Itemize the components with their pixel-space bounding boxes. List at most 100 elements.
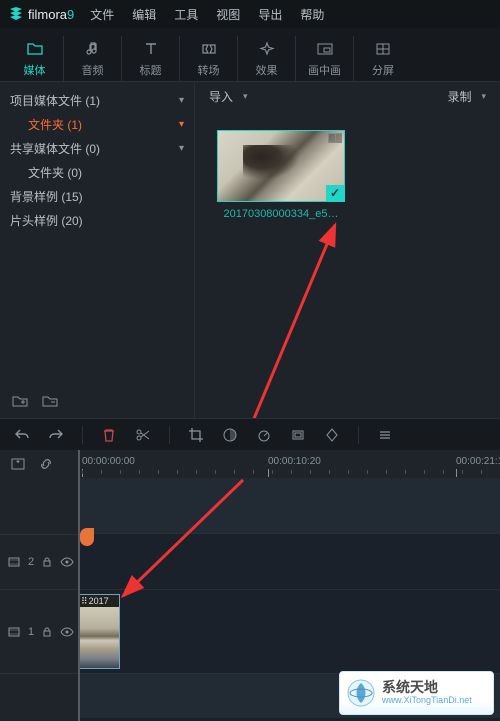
chevron-down-icon: ▾	[179, 119, 184, 130]
tab-audio[interactable]: 音频	[64, 36, 122, 81]
tab-split[interactable]: 分屏	[354, 36, 412, 81]
tab-pip[interactable]: 画中画	[296, 36, 354, 81]
add-track-icon[interactable]	[10, 456, 26, 472]
marker[interactable]	[80, 528, 94, 546]
app-logo: filmora9	[8, 6, 74, 22]
chevron-down-icon: ▾	[243, 91, 248, 102]
menu-export[interactable]: 导出	[258, 6, 282, 23]
track-header-1[interactable]: 1	[0, 590, 78, 674]
ruler-tick: 00:00:00:00	[82, 456, 135, 467]
watermark-url: www.XiTongTianDi.net	[382, 696, 472, 706]
menu-edit[interactable]: 编辑	[132, 6, 156, 23]
playhead[interactable]	[78, 450, 80, 721]
track-header-2[interactable]: 2	[0, 534, 78, 590]
media-tree: 项目媒体文件 (1) ▾ 文件夹 (1) ▾ 共享媒体文件 (0) ▾ 文件夹 …	[0, 82, 194, 384]
redo-icon[interactable]	[48, 427, 64, 443]
tree-item-project[interactable]: 项目媒体文件 (1) ▾	[0, 88, 194, 112]
text-icon	[142, 40, 160, 58]
undo-icon[interactable]	[14, 427, 30, 443]
chevron-down-icon: ▾	[481, 91, 486, 102]
menu-view[interactable]: 视图	[216, 6, 240, 23]
browser-toolbar: 导入 ▾ 录制 ▾	[195, 82, 500, 110]
timeline-ruler[interactable]: 00:00:00:00 00:00:10:20 00:00:21:15	[78, 450, 500, 478]
color-icon[interactable]	[222, 427, 238, 443]
eye-icon[interactable]	[60, 627, 74, 637]
tree-item-shared-folder[interactable]: 文件夹 (0)	[0, 160, 194, 184]
tab-effect[interactable]: 效果	[238, 36, 296, 81]
pip-icon	[316, 40, 334, 58]
tab-label: 转场	[198, 62, 220, 78]
titlebar: filmora9 文件 编辑 工具 视图 导出 帮助	[0, 0, 500, 28]
clip-type-icon	[328, 133, 342, 143]
watermark-badge: 系统天地 www.XiTongTianDi.net	[339, 671, 494, 715]
tree-item-folder-selected[interactable]: 文件夹 (1) ▾	[0, 112, 194, 136]
ruler-tick: 00:00:10:20	[268, 456, 321, 467]
track-headers: 2 1	[0, 478, 78, 721]
menu-file[interactable]: 文件	[90, 6, 114, 23]
checkmark-icon: ✓	[326, 185, 344, 201]
track-number: 2	[28, 556, 34, 568]
sparkle-icon	[258, 40, 276, 58]
watermark-title: 系统天地	[382, 680, 472, 695]
annotation-arrow	[240, 215, 360, 445]
tab-label: 音频	[82, 62, 104, 78]
watermark-logo-icon	[346, 678, 376, 708]
tab-label: 分屏	[372, 62, 394, 78]
delete-folder-icon[interactable]	[42, 393, 58, 409]
record-dropdown[interactable]: 录制 ▾	[447, 88, 486, 105]
track-film-icon	[8, 626, 20, 638]
media-tree-panel: 项目媒体文件 (1) ▾ 文件夹 (1) ▾ 共享媒体文件 (0) ▾ 文件夹 …	[0, 82, 195, 418]
tree-item-bg-samples[interactable]: 背景样例 (15)	[0, 184, 194, 208]
transition-icon	[200, 40, 218, 58]
media-grid[interactable]: ✓ 20170308000334_e5…	[195, 110, 500, 418]
link-icon[interactable]	[38, 456, 54, 472]
menu-tools[interactable]: 工具	[174, 6, 198, 23]
logo-icon	[8, 6, 24, 22]
clip-filename: 20170308000334_e5…	[217, 208, 345, 220]
grid-icon	[374, 40, 392, 58]
tab-label: 画中画	[308, 62, 341, 78]
track-lane-2[interactable]	[78, 534, 500, 590]
clip-thumbnail[interactable]: ✓	[217, 130, 345, 202]
tab-label: 媒体	[24, 62, 46, 78]
lock-icon[interactable]	[42, 627, 52, 637]
timeline-toolbar	[0, 418, 500, 450]
tree-item-title-samples[interactable]: 片头样例 (20)	[0, 208, 194, 232]
timeline-clip[interactable]: ⠿ 2017	[78, 594, 120, 669]
speed-icon[interactable]	[256, 427, 272, 443]
eye-icon[interactable]	[60, 557, 74, 567]
media-clip[interactable]: ✓ 20170308000334_e5…	[217, 130, 345, 220]
import-dropdown[interactable]: 导入 ▾	[209, 88, 248, 105]
chevron-down-icon: ▾	[179, 143, 184, 154]
track-number: 1	[28, 626, 34, 638]
freeze-icon[interactable]	[290, 427, 306, 443]
tab-media[interactable]: 媒体	[6, 36, 64, 81]
menu-help[interactable]: 帮助	[300, 6, 324, 23]
app-name: filmora9	[28, 7, 74, 22]
tree-item-shared[interactable]: 共享媒体文件 (0) ▾	[0, 136, 194, 160]
more-icon[interactable]	[377, 427, 393, 443]
timeline-header-controls	[0, 450, 78, 478]
tab-title[interactable]: 标题	[122, 36, 180, 81]
track-lane-1[interactable]: ⠿ 2017	[78, 590, 500, 674]
category-tabs: 媒体 音频 标题 转场 效果	[0, 28, 500, 82]
keyframe-icon[interactable]	[324, 427, 340, 443]
folder-icon	[26, 40, 44, 58]
new-folder-icon[interactable]	[12, 393, 28, 409]
tree-footer	[0, 384, 194, 418]
chevron-down-icon: ▾	[179, 95, 184, 106]
media-browser: 导入 ▾ 录制 ▾ ✓ 20170308000334_e5…	[195, 82, 500, 418]
track-film-icon	[8, 556, 20, 568]
tab-label: 效果	[256, 62, 278, 78]
scissors-icon[interactable]	[135, 427, 151, 443]
music-icon	[84, 40, 102, 58]
ruler-tick: 00:00:21:15	[456, 456, 500, 467]
timeline-clip-thumb	[79, 607, 119, 668]
tab-transition[interactable]: 转场	[180, 36, 238, 81]
tab-label: 标题	[140, 62, 162, 78]
filmstrip-icon: ⠿	[81, 596, 87, 607]
crop-icon[interactable]	[188, 427, 204, 443]
trash-icon[interactable]	[101, 427, 117, 443]
main-panels: 项目媒体文件 (1) ▾ 文件夹 (1) ▾ 共享媒体文件 (0) ▾ 文件夹 …	[0, 82, 500, 418]
lock-icon[interactable]	[42, 557, 52, 567]
